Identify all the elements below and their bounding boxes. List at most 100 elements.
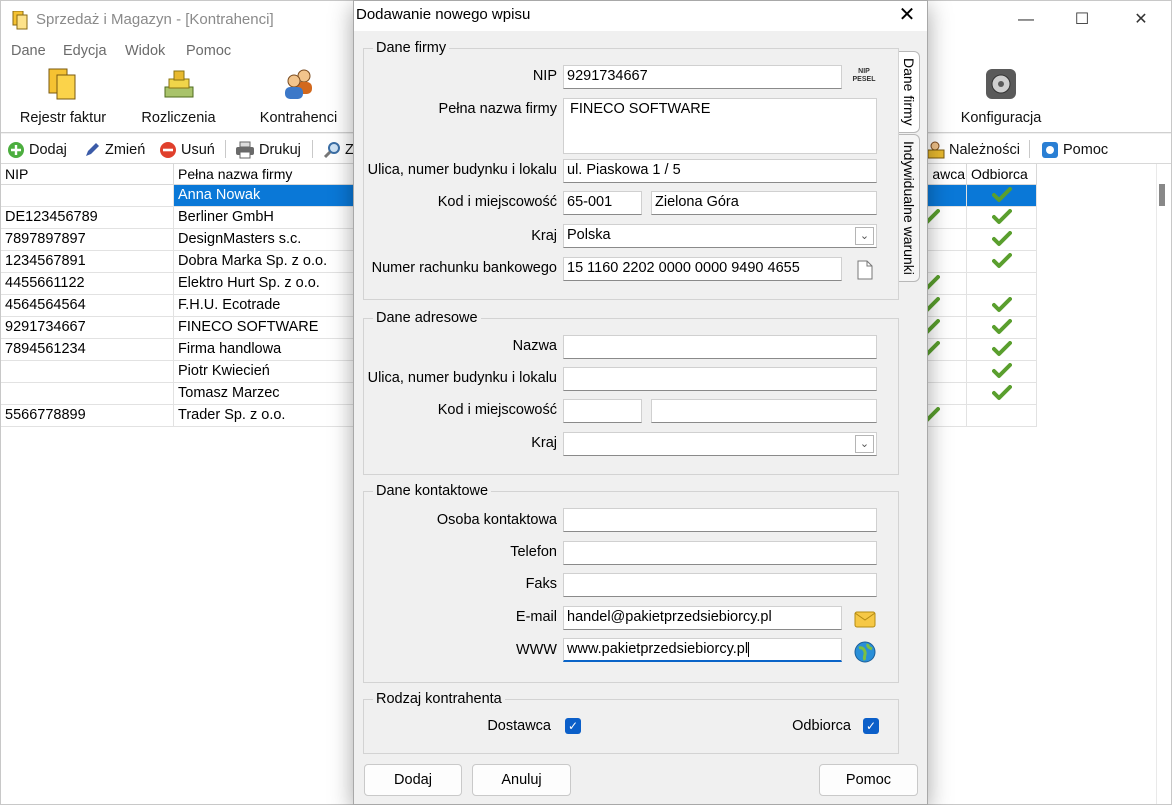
country-select[interactable]: Polska ⌄: [563, 224, 877, 248]
company-name-field[interactable]: FINECO SOFTWARE: [563, 98, 877, 154]
cell-company-name: Elektro Hurt Sp. z o.o.: [174, 273, 354, 295]
dialog-close-button[interactable]: ✕: [894, 3, 920, 27]
menu-dane[interactable]: Dane: [11, 43, 46, 59]
fax-field[interactable]: [563, 573, 877, 597]
ribbon-kontrahenci[interactable]: Kontrahenci: [251, 67, 346, 129]
print-button[interactable]: Drukuj: [235, 139, 301, 161]
dialog-title: Dodawanie nowego wpisu: [356, 6, 531, 23]
cell-nip: [1, 361, 174, 383]
scrollbar-thumb[interactable]: [1159, 184, 1165, 206]
nip-pesel-lookup-button[interactable]: NIP PESEL: [850, 68, 878, 88]
cell-nip: 5566778899: [1, 405, 174, 427]
plus-icon: [8, 142, 24, 158]
email-field[interactable]: handel@pakietprzedsiebiorcy.pl: [563, 606, 842, 630]
phone-field[interactable]: [563, 541, 877, 565]
cell-buyer: [967, 273, 1037, 295]
toolbar-separator: [225, 140, 226, 158]
cancel-button[interactable]: Anuluj: [472, 764, 571, 796]
contact-person-label: Osoba kontaktowa: [436, 512, 557, 528]
ribbon-rejestr-faktur[interactable]: Rejestr faktur: [13, 67, 113, 129]
buyer-label: Odbiorca: [792, 718, 851, 734]
column-header-buyer[interactable]: Odbiorca: [967, 164, 1037, 185]
www-label: WWW: [515, 642, 557, 658]
cell-company-name: Berliner GmbH: [174, 207, 354, 229]
cell-buyer: [967, 361, 1037, 383]
cell-buyer: [967, 339, 1037, 361]
globe-icon[interactable]: [854, 641, 876, 663]
address-street-field[interactable]: [563, 367, 877, 391]
cell-company-name: Anna Nowak: [174, 185, 354, 207]
cell-company-name: F.H.U. Ecotrade: [174, 295, 354, 317]
street-label: Ulica, numer budynku i lokalu: [367, 162, 557, 178]
minimize-button[interactable]: —: [1011, 7, 1041, 33]
cell-buyer: [967, 185, 1037, 207]
address-postcode-field[interactable]: [563, 399, 642, 423]
checkmark-icon: [991, 253, 1012, 272]
add-entry-button[interactable]: Dodaj: [364, 764, 462, 796]
postcode-city-label: Kod i miejscowość: [437, 194, 557, 210]
column-header-name[interactable]: Pełna nazwa firmy: [174, 164, 354, 185]
contact-person-field[interactable]: [563, 508, 877, 532]
printer-icon: [236, 141, 254, 159]
cell-company-name: Dobra Marka Sp. z o.o.: [174, 251, 354, 273]
close-button[interactable]: ✕: [1126, 7, 1156, 33]
checkmark-icon: [991, 231, 1012, 250]
chevron-down-icon[interactable]: ⌄: [855, 435, 874, 453]
address-country-select[interactable]: ⌄: [563, 432, 877, 456]
dialog-help-button[interactable]: Pomoc: [819, 764, 918, 796]
checkmark-icon: [991, 341, 1012, 360]
menu-pomoc[interactable]: Pomoc: [186, 43, 231, 59]
cell-nip: 9291734667: [1, 317, 174, 339]
menu-edycja[interactable]: Edycja: [63, 43, 107, 59]
cell-company-name: Piotr Kwiecień: [174, 361, 354, 383]
chevron-down-icon[interactable]: ⌄: [855, 227, 874, 245]
magnifier-icon: [323, 142, 340, 159]
receivables-button[interactable]: Należności: [927, 139, 1020, 161]
cell-company-name: Tomasz Marzec: [174, 383, 354, 405]
checkmark-icon: [991, 297, 1012, 316]
window-title: Sprzedaż i Magazyn - [Kontrahenci]: [36, 11, 274, 28]
help-icon: [1042, 142, 1058, 158]
add-entry-dialog: Dodawanie nowego wpisu ✕ Dane firmy Indy…: [353, 0, 928, 805]
app-icon: [12, 11, 28, 30]
nip-field[interactable]: 9291734667: [563, 65, 842, 89]
maximize-button[interactable]: ☐: [1067, 7, 1097, 33]
address-name-field[interactable]: [563, 335, 877, 359]
column-header-nip[interactable]: NIP: [1, 164, 174, 185]
buyer-checkbox[interactable]: ✓: [863, 718, 879, 734]
cell-company-name: DesignMasters s.c.: [174, 229, 354, 251]
postcode-field[interactable]: 65-001: [563, 191, 642, 215]
group-title-address: Dane adresowe: [373, 310, 481, 326]
ribbon-konfiguracja[interactable]: Konfiguracja: [951, 67, 1051, 129]
cell-nip: 7897897897: [1, 229, 174, 251]
delete-button[interactable]: Usuń: [159, 139, 215, 161]
menu-widok[interactable]: Widok: [125, 43, 165, 59]
search-button[interactable]: Z: [323, 139, 354, 161]
tab-indywidualne-warunki[interactable]: Indywidualne warunki: [898, 134, 920, 282]
www-field[interactable]: www.pakietprzedsiebiorcy.pl: [563, 638, 842, 662]
address-street-label: Ulica, numer budynku i lokalu: [367, 370, 557, 386]
cell-buyer: [967, 383, 1037, 405]
nip-label: NIP: [532, 68, 557, 84]
supplier-label: Dostawca: [487, 718, 551, 734]
city-field[interactable]: Zielona Góra: [651, 191, 877, 215]
change-button[interactable]: Zmień: [83, 139, 145, 161]
receivables-icon: [927, 141, 945, 159]
address-city-label: Kod i miejscowość: [437, 402, 557, 418]
cell-buyer: [967, 207, 1037, 229]
help-button[interactable]: Pomoc: [1041, 139, 1108, 161]
vertical-scrollbar[interactable]: [1156, 164, 1171, 804]
add-button[interactable]: Dodaj: [7, 139, 67, 161]
address-city-field[interactable]: [651, 399, 877, 423]
street-field[interactable]: ul. Piaskowa 1 / 5: [563, 159, 877, 183]
cell-nip: [1, 185, 174, 207]
tab-dane-firmy[interactable]: Dane firmy: [898, 51, 920, 133]
bank-account-field[interactable]: 15 1160 2202 0000 0000 9490 4655: [563, 257, 842, 281]
supplier-checkbox[interactable]: ✓: [565, 718, 581, 734]
email-envelope-icon[interactable]: [854, 611, 876, 628]
ribbon-rozliczenia[interactable]: Rozliczenia: [131, 67, 226, 129]
document-icon[interactable]: [857, 260, 873, 280]
cell-nip: 1234567891: [1, 251, 174, 273]
cell-buyer: [967, 251, 1037, 273]
checkmark-icon: [991, 209, 1012, 228]
